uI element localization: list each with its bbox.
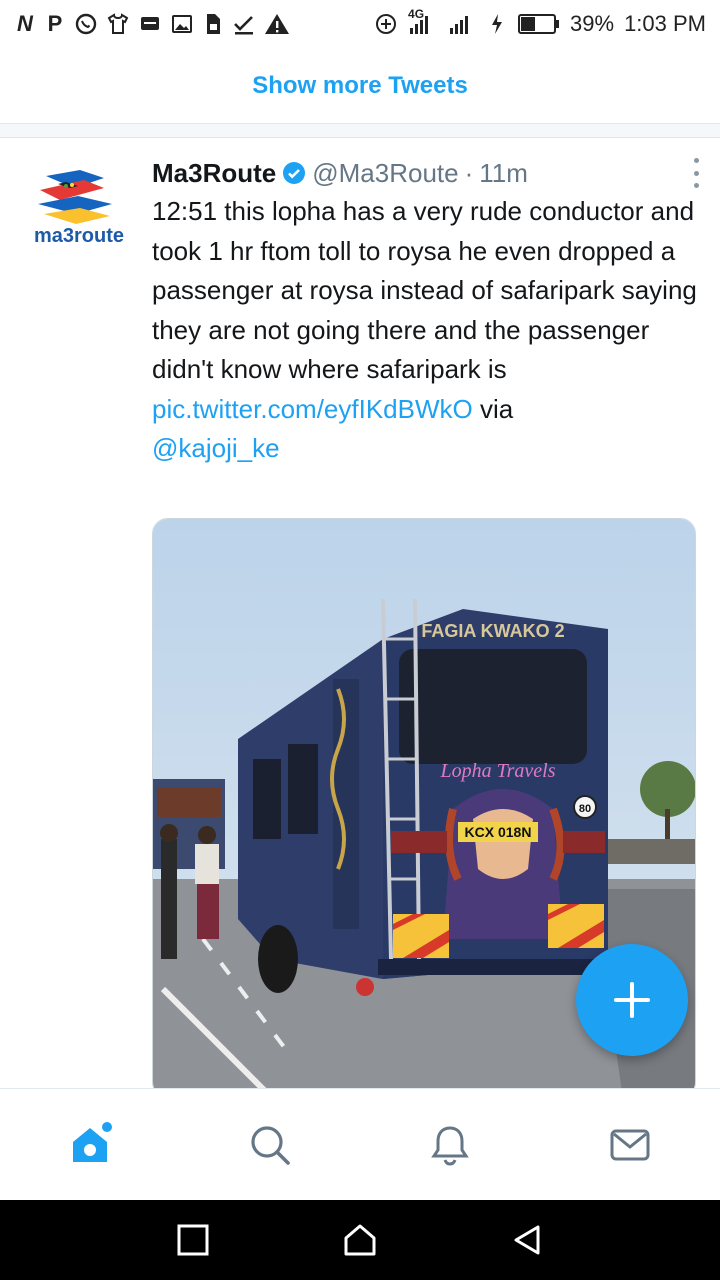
android-home-icon — [344, 1224, 376, 1256]
file-icon — [202, 11, 224, 37]
battery-icon — [518, 11, 560, 37]
signal-2-icon — [448, 11, 476, 37]
tweet-time[interactable]: 11m — [479, 158, 528, 189]
n-app-icon: N — [17, 11, 33, 36]
bus-top-text: FAGIA KWAKO 2 — [421, 621, 564, 641]
avatar-logo-text: ma3route — [34, 225, 124, 247]
more-options-icon[interactable] — [684, 158, 708, 188]
charging-icon — [486, 11, 508, 37]
shirt-icon — [106, 11, 130, 37]
recents-button[interactable] — [163, 1210, 223, 1270]
bell-icon — [431, 1125, 469, 1166]
avatar[interactable]: ma3route — [26, 164, 132, 270]
status-bar: N P 4G 39% 1:03 PM — [0, 0, 720, 48]
back-button[interactable] — [497, 1210, 557, 1270]
notification-icons: N P — [14, 11, 290, 37]
compose-tweet-button[interactable] — [576, 944, 688, 1056]
mail-icon — [610, 1129, 650, 1160]
tweet[interactable]: ma3route Ma3Route @Ma3Route · 11m 12:51 … — [0, 138, 720, 1088]
plus-icon — [614, 982, 650, 1018]
header-separator: · — [464, 157, 474, 188]
network-type: 4G — [408, 7, 425, 21]
tweet-media-link[interactable]: pic.twitter.com/eyfIKdBWkO — [152, 394, 473, 424]
data-saver-icon — [374, 11, 398, 37]
speed-badge-text: 80 — [579, 803, 591, 815]
p-app-icon: P — [47, 11, 63, 36]
android-nav-bar — [0, 1200, 720, 1280]
timeline-gap — [0, 124, 720, 138]
show-more-tweets-button[interactable]: Show more Tweets — [0, 48, 720, 124]
mention-link[interactable]: @kajoji_ke — [152, 433, 280, 463]
battery-level: 39% — [570, 11, 615, 36]
back-icon — [514, 1225, 540, 1255]
author-handle[interactable]: @Ma3Route — [312, 158, 458, 189]
home-icon — [73, 1121, 112, 1162]
signal-icon: 4G — [408, 7, 438, 37]
check-icon — [232, 11, 256, 37]
tweet-body: Ma3Route @Ma3Route · 11m 12:51 this loph… — [152, 154, 700, 469]
tweet-text-body: 12:51 this lopha has a very rude conduct… — [152, 196, 697, 384]
whatsapp-icon — [74, 11, 98, 37]
nav-home[interactable] — [50, 1105, 130, 1185]
system-status: 4G 39% 1:03 PM — [374, 7, 706, 37]
author-name[interactable]: Ma3Route — [152, 158, 276, 189]
image-icon — [170, 11, 194, 37]
nav-messages[interactable] — [590, 1105, 670, 1185]
recents-icon — [177, 1224, 209, 1256]
search-icon — [251, 1125, 290, 1165]
clock: 1:03 PM — [624, 11, 706, 36]
bus-brand-text: Lopha Travels — [439, 760, 555, 782]
tweet-header: Ma3Route @Ma3Route · 11m — [152, 154, 700, 192]
nav-notifications[interactable] — [410, 1105, 490, 1185]
plate-text: KCX 018N — [465, 824, 532, 840]
tweet-text: 12:51 this lopha has a very rude conduct… — [152, 192, 700, 469]
bottom-nav — [0, 1088, 720, 1200]
via-text: via — [479, 393, 514, 424]
show-more-label: Show more Tweets — [252, 71, 468, 99]
android-home-button[interactable] — [330, 1210, 390, 1270]
verified-badge-icon — [282, 161, 306, 185]
nav-search[interactable] — [230, 1105, 310, 1185]
message-icon — [138, 11, 162, 37]
warning-icon — [264, 11, 290, 37]
